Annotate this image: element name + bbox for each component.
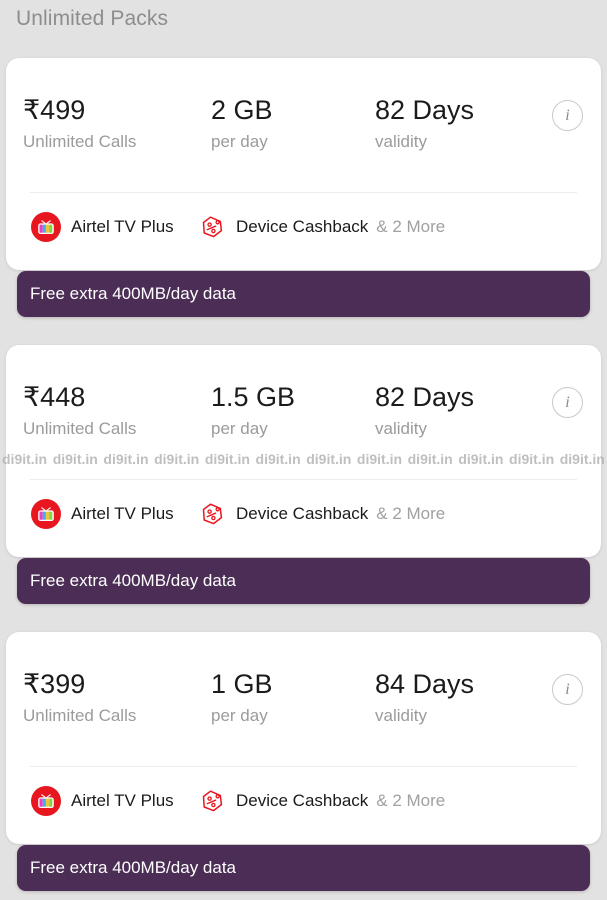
pack-validity-sub: validity [375,132,427,151]
promo-text: Free extra 400MB/day data [30,571,237,590]
validity-column: 82 Days validity [375,381,474,441]
pack-data-sub: per day [211,706,268,725]
benefit-label: Device Cashback [236,504,369,523]
pack-card[interactable]: ₹399 Unlimited Calls 1 GB per day 84 Day… [6,632,601,844]
benefit-label: Airtel TV Plus [71,504,174,523]
pack-price-sub: Unlimited Calls [23,706,137,725]
cashback-tag-icon [198,213,226,241]
pack-price: ₹399 [23,669,86,699]
benefit-airtel-tv-plus[interactable]: Airtel TV Plus [31,198,174,256]
benefit-device-cashback[interactable]: Device Cashback & 2 More [198,772,445,830]
card-divider [30,479,577,480]
pack-validity-sub: validity [375,419,427,438]
benefit-more-label[interactable]: & 2 More [376,217,445,237]
promo-text: Free extra 400MB/day data [30,858,237,877]
pack-validity-sub: validity [375,706,427,725]
validity-column: 82 Days validity [375,94,474,154]
promo-strip: Free extra 400MB/day data [17,558,590,604]
info-icon[interactable]: i [552,674,583,705]
data-column: 1.5 GB per day [211,381,295,441]
promo-strip: Free extra 400MB/day data [17,271,590,317]
pack-card[interactable]: ₹448 Unlimited Calls 1.5 GB per day 82 D… [6,345,601,557]
benefit-device-cashback[interactable]: Device Cashback & 2 More [198,198,445,256]
benefits-row: Airtel TV Plus Device Cashback & 2 More [6,485,601,543]
airtel-tv-icon [31,499,61,529]
pack-data: 1 GB [211,669,273,699]
airtel-tv-icon [31,212,61,242]
benefit-label: Device Cashback [236,791,369,810]
page-title: Unlimited Packs [16,7,169,30]
cashback-tag-icon [198,787,226,815]
benefit-device-cashback[interactable]: Device Cashback & 2 More [198,485,445,543]
info-icon[interactable]: i [552,100,583,131]
pack-data-sub: per day [211,132,268,151]
card-divider [30,192,577,193]
benefit-airtel-tv-plus[interactable]: Airtel TV Plus [31,772,174,830]
pack-validity: 82 Days [375,382,475,412]
benefit-label: Airtel TV Plus [71,791,174,810]
benefit-more-label[interactable]: & 2 More [376,504,445,524]
pack-summary: ₹499 Unlimited Calls 2 GB per day 82 Day… [6,58,601,186]
promo-strip: Free extra 400MB/day data [17,845,590,891]
benefits-row: Airtel TV Plus Device Cashback & 2 More [6,772,601,830]
benefit-airtel-tv-plus[interactable]: Airtel TV Plus [31,485,174,543]
price-column: ₹399 Unlimited Calls [23,668,136,728]
data-column: 1 GB per day [211,668,273,728]
pack-validity: 82 Days [375,95,475,125]
benefit-label: Airtel TV Plus [71,217,174,236]
pack-summary: ₹399 Unlimited Calls 1 GB per day 84 Day… [6,632,601,760]
benefit-label: Device Cashback [236,217,369,236]
price-column: ₹499 Unlimited Calls [23,94,136,154]
cashback-tag-icon [198,500,226,528]
pack-validity: 84 Days [375,669,475,699]
benefit-more-label[interactable]: & 2 More [376,791,445,811]
pack-data: 1.5 GB [211,382,296,412]
promo-text: Free extra 400MB/day data [30,284,237,303]
airtel-tv-icon [31,786,61,816]
pack-data: 2 GB [211,95,273,125]
pack-summary: ₹448 Unlimited Calls 1.5 GB per day 82 D… [6,345,601,473]
pack-price: ₹448 [23,382,86,412]
price-column: ₹448 Unlimited Calls [23,381,136,441]
pack-price-sub: Unlimited Calls [23,419,137,438]
card-divider [30,766,577,767]
validity-column: 84 Days validity [375,668,474,728]
benefits-row: Airtel TV Plus Device Cashback & 2 More [6,198,601,256]
pack-price: ₹499 [23,95,86,125]
data-column: 2 GB per day [211,94,273,154]
unlimited-packs-screen: Unlimited Packs ₹499 Unlimited Calls 2 G… [0,0,607,900]
pack-price-sub: Unlimited Calls [23,132,137,151]
pack-data-sub: per day [211,419,268,438]
info-icon[interactable]: i [552,387,583,418]
pack-card[interactable]: ₹499 Unlimited Calls 2 GB per day 82 Day… [6,58,601,270]
